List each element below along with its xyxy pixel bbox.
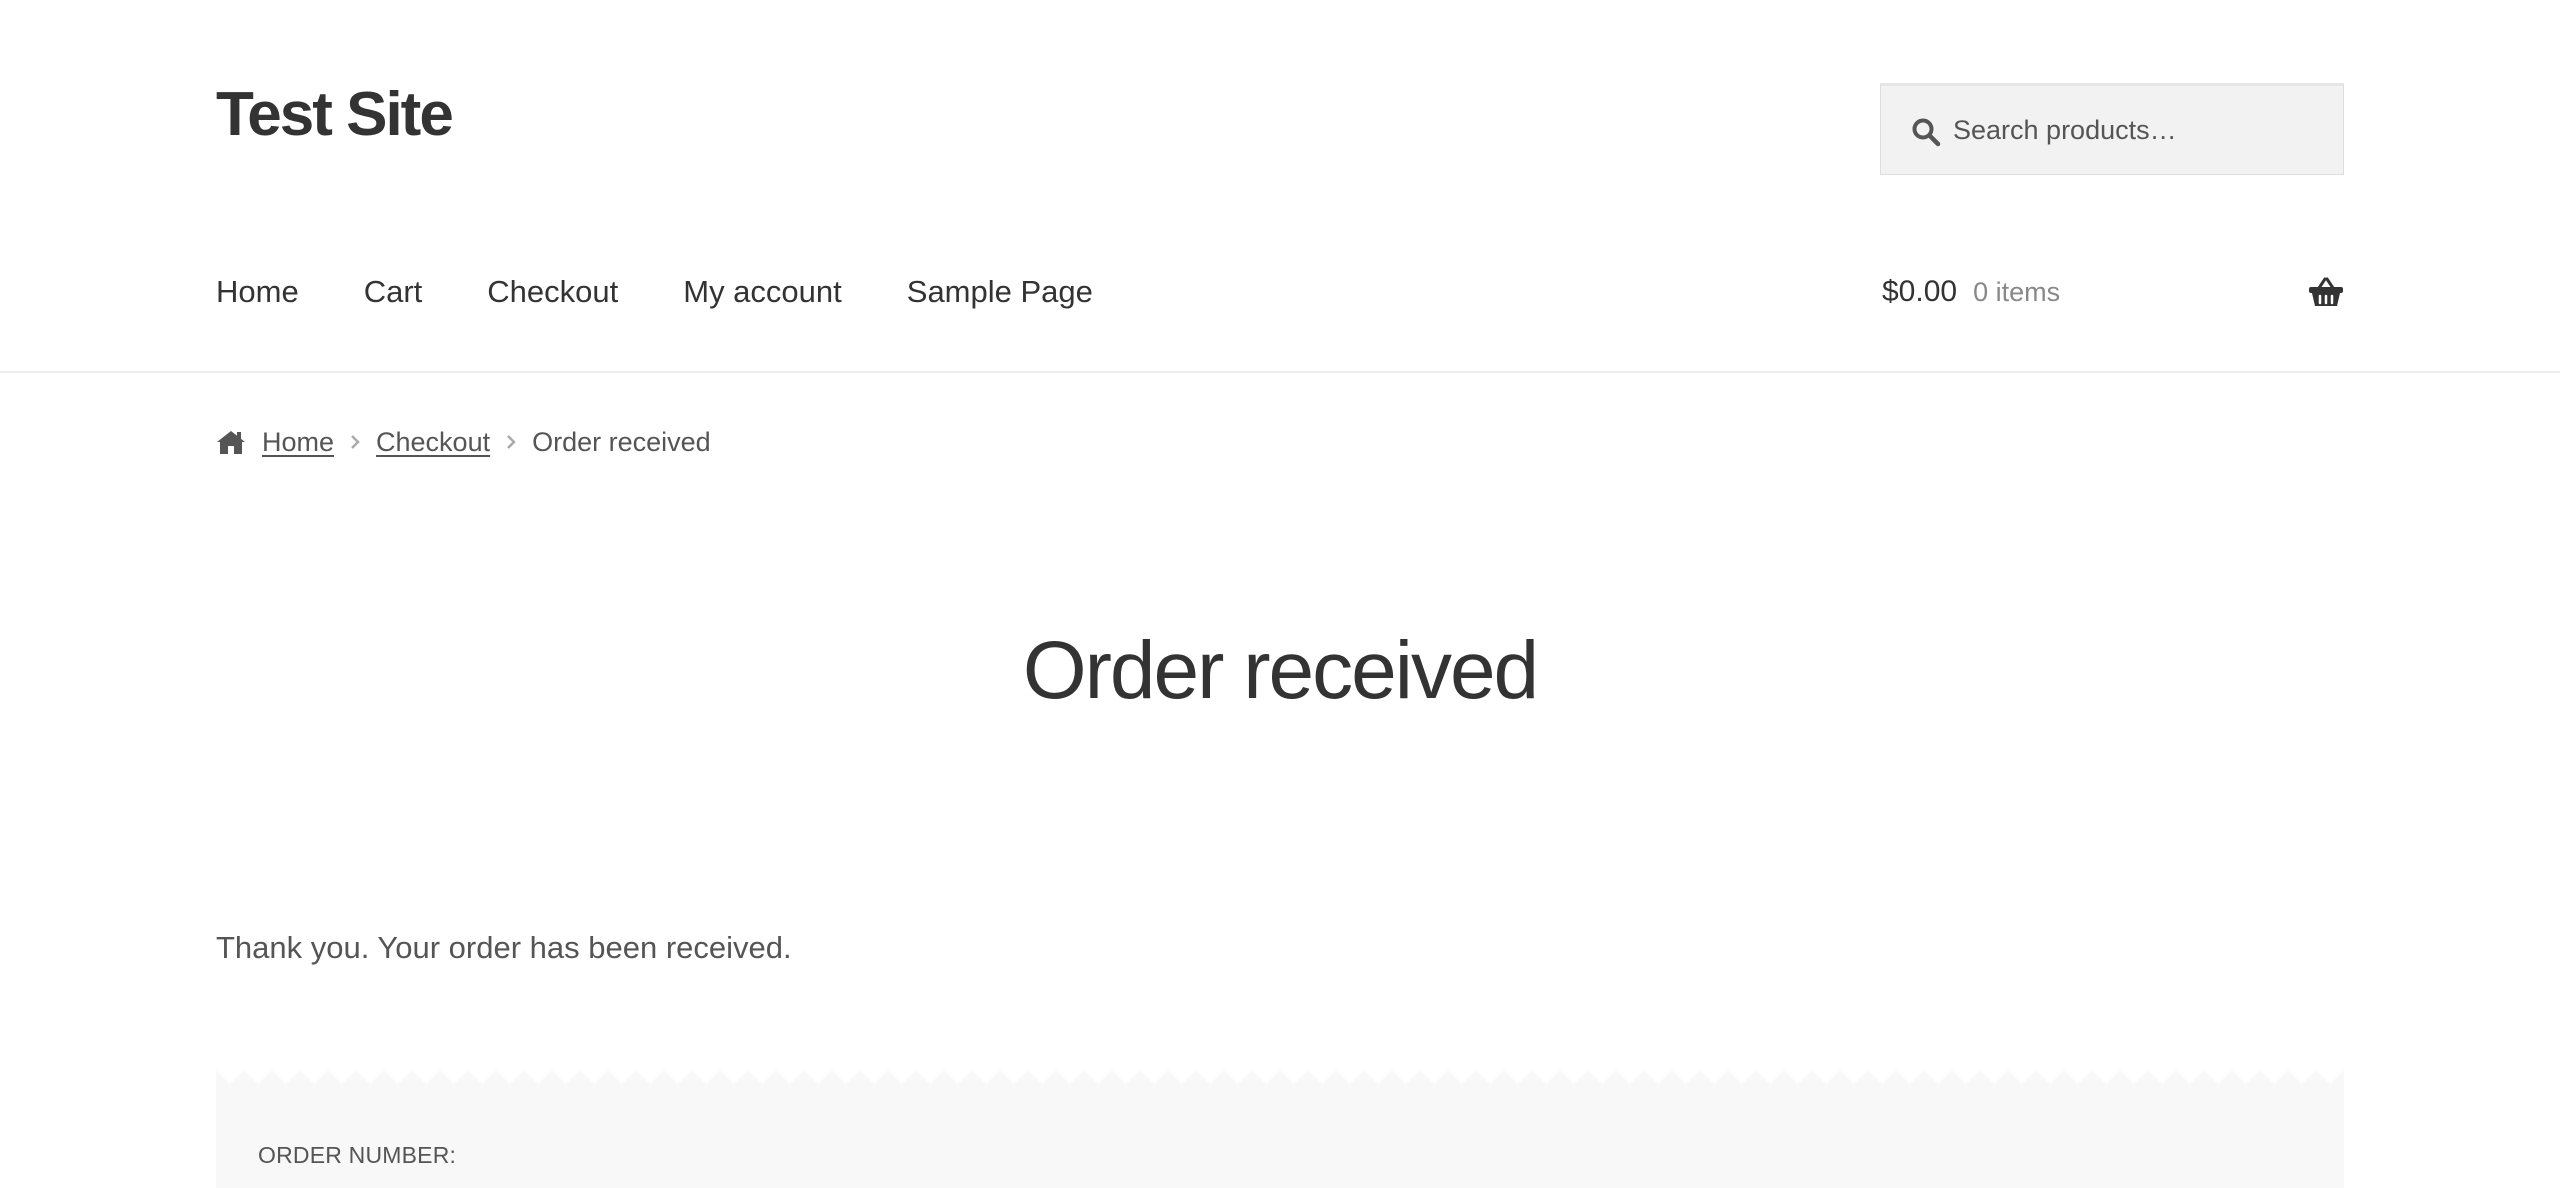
breadcrumb: Home Checkout Order received: [216, 424, 711, 460]
nav-item-checkout[interactable]: Checkout: [487, 270, 618, 314]
primary-nav: Home Cart Checkout My account Sample Pag…: [216, 270, 1093, 314]
chevron-right-icon: [507, 435, 516, 449]
nav-item-home[interactable]: Home: [216, 270, 299, 314]
page: Test Site Home Cart Checkout My account …: [0, 0, 2560, 1188]
order-confirmation-message: Thank you. Your order has been received.: [216, 930, 792, 965]
site-title[interactable]: Test Site: [216, 84, 454, 146]
home-icon: [217, 431, 245, 454]
cart-count: 0 items: [1973, 277, 2061, 307]
header-cart[interactable]: $0.00 0 items: [1882, 270, 2344, 314]
basket-icon: [2309, 277, 2343, 306]
cart-amount: $0.00: [1882, 275, 1958, 308]
chevron-right-icon: [351, 435, 360, 449]
search-box[interactable]: [1880, 83, 2344, 175]
breadcrumb-home-link[interactable]: Home: [262, 427, 334, 458]
search-input[interactable]: [1953, 86, 2323, 174]
page-title: Order received: [1022, 625, 1539, 716]
breadcrumb-checkout-link[interactable]: Checkout: [376, 427, 490, 458]
nav-item-cart[interactable]: Cart: [364, 270, 423, 314]
header-divider: [0, 371, 2560, 373]
zigzag-edge: [216, 1070, 2344, 1084]
nav-item-sample-page[interactable]: Sample Page: [907, 270, 1093, 314]
breadcrumb-current: Order received: [532, 426, 711, 457]
search-icon: [1912, 118, 1941, 147]
order-overview: ORDER NUMBER:: [216, 1070, 2344, 1188]
nav-item-my-account[interactable]: My account: [683, 270, 842, 314]
order-number-label: ORDER NUMBER:: [258, 1142, 457, 1168]
